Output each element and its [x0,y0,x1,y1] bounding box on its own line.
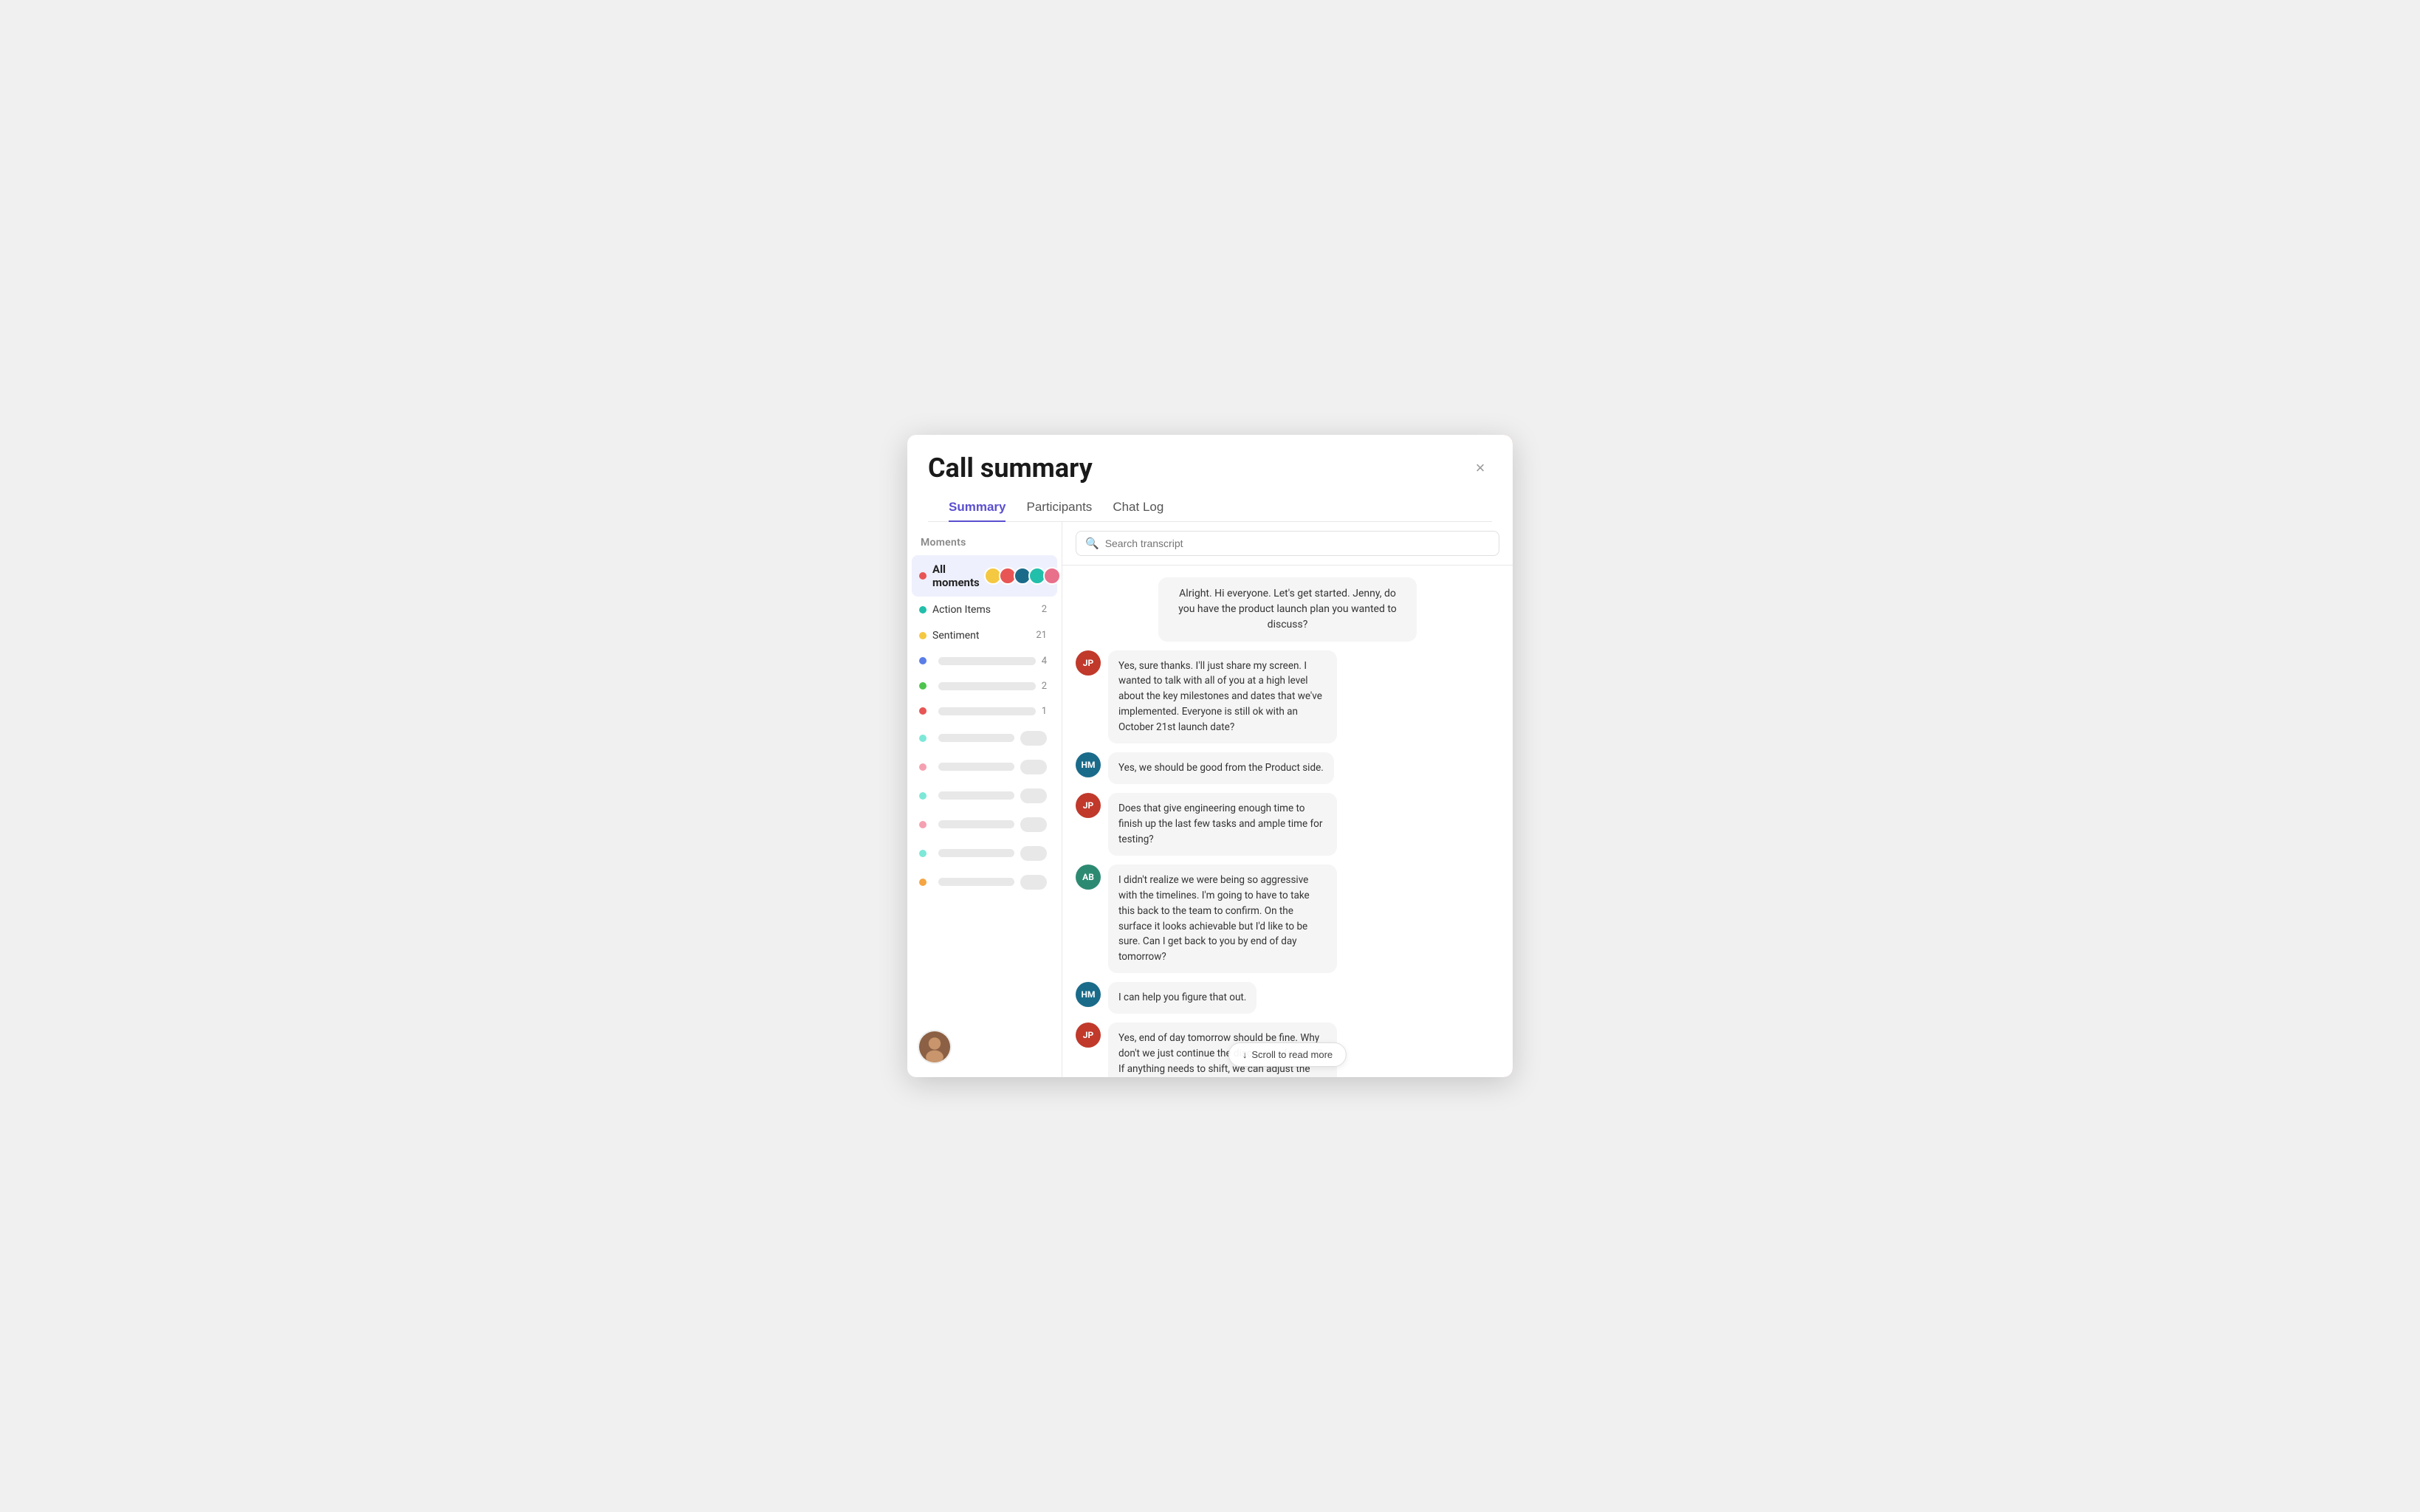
skeleton-bar-1 [938,734,1014,742]
right-panel: 🔍 Alright. Hi everyone. Let's get starte… [1062,522,1513,1078]
skeleton-bar-2 [938,763,1014,771]
tab-participants[interactable]: Participants [1026,494,1092,522]
skeleton-toggle-3 [1020,788,1047,803]
message-text-5: I didn't realize we were being so aggres… [1108,865,1337,974]
skeleton-bar-4 [938,820,1014,828]
item3-dot [919,657,927,664]
message-row-6: HM I can help you figure that out. [1076,982,1499,1014]
sidebar-item-action-items[interactable]: Action Items 2 [912,597,1057,622]
avatar-jp-1: JP [1076,650,1101,676]
item4-count: 2 [1042,681,1047,692]
all-moments-label: All moments [932,563,980,589]
message-text-6: I can help you figure that out. [1108,982,1257,1014]
message-row-5: AB I didn't realize we were being so agg… [1076,865,1499,974]
sidebar-item-4[interactable]: 2 [912,674,1057,698]
item4-skeleton [938,682,1036,690]
skeleton-dot-1 [919,735,927,742]
skeleton-toggle-6 [1020,875,1047,890]
skeleton-bar-5 [938,849,1014,857]
message-row-4: JP Does that give engineering enough tim… [1076,793,1499,856]
messages-area: Alright. Hi everyone. Let's get started.… [1062,566,1513,1078]
item4-dot [919,682,927,690]
skeleton-row-4 [912,811,1057,839]
item3-skeleton [938,657,1036,665]
sentiment-count: 21 [1036,630,1047,641]
modal: Call summary × Summary Participants Chat… [907,435,1513,1077]
message-row-3: HM Yes, we should be good from the Produ… [1076,752,1499,784]
skeleton-toggle-5 [1020,846,1047,861]
user-avatar-image [919,1031,950,1062]
avatar-hm-1: HM [1076,752,1101,777]
message-text-2: Yes, sure thanks. I'll just share my scr… [1108,650,1337,744]
tab-bar: Summary Participants Chat Log [928,484,1492,522]
scroll-btn-label: Scroll to read more [1251,1049,1333,1060]
skeleton-dot-2 [919,763,927,771]
avatar-ab-1: AB [1076,865,1101,890]
search-input[interactable] [1105,537,1490,549]
close-icon: × [1476,458,1485,478]
skeleton-dot-3 [919,792,927,800]
avatar-hm-2: HM [1076,982,1101,1007]
skeleton-dot-5 [919,850,927,857]
sentiment-label: Sentiment [932,630,1033,642]
item3-count: 4 [1042,656,1047,667]
message-bubble-1: Alright. Hi everyone. Let's get started.… [1158,577,1417,642]
item5-skeleton [938,707,1036,715]
avatar-jp-2: JP [1076,793,1101,818]
item5-count: 1 [1042,706,1047,717]
skeleton-toggle-4 [1020,817,1047,832]
modal-body: Moments All moments 35 [907,522,1513,1078]
avatar-jp-3: JP [1076,1023,1101,1048]
skeleton-row-6 [912,868,1057,896]
scroll-to-read-more-button[interactable]: ↓ Scroll to read more [1228,1042,1347,1067]
all-moments-dot [919,572,927,580]
sentiment-dot [919,632,927,639]
skeleton-dot-6 [919,879,927,886]
skeleton-row-2 [912,753,1057,781]
skeleton-row-5 [912,839,1057,867]
skeleton-dot-4 [919,821,927,828]
skeleton-bar-3 [938,791,1014,800]
color-dot-pink [1043,567,1061,585]
message-row-2: JP Yes, sure thanks. I'll just share my … [1076,650,1499,744]
modal-title: Call summary [928,453,1093,484]
search-icon: 🔍 [1085,537,1099,550]
skeleton-bar-6 [938,878,1014,886]
all-moments-color-dots [984,567,1061,585]
search-input-wrap: 🔍 [1076,531,1499,556]
sidebar-item-3[interactable]: 4 [912,649,1057,673]
scroll-down-icon: ↓ [1242,1049,1248,1060]
action-items-dot [919,606,927,614]
skeleton-row-1 [912,724,1057,752]
skeleton-toggle-1 [1020,731,1047,746]
user-avatar[interactable] [918,1030,952,1064]
modal-header: Call summary × Summary Participants Chat… [907,435,1513,522]
message-text-4: Does that give engineering enough time t… [1108,793,1337,856]
action-items-count: 2 [1042,604,1047,615]
close-button[interactable]: × [1468,456,1492,480]
item5-dot [919,707,927,715]
message-row-1: Alright. Hi everyone. Let's get started.… [1076,577,1499,642]
sidebar-item-sentiment[interactable]: Sentiment 21 [912,623,1057,648]
sidebar: Moments All moments 35 [907,522,1062,1078]
sidebar-item-all-moments[interactable]: All moments 35 [912,555,1057,597]
sidebar-item-5[interactable]: 1 [912,699,1057,724]
skeleton-row-3 [912,782,1057,810]
message-text-3: Yes, we should be good from the Product … [1108,752,1334,784]
skeleton-toggle-2 [1020,760,1047,774]
scroll-btn-wrap: ↓ Scroll to read more [1228,1042,1347,1067]
tab-chatlog[interactable]: Chat Log [1113,494,1163,522]
moments-section-label: Moments [907,531,1062,554]
search-bar-row: 🔍 [1062,522,1513,566]
tab-summary[interactable]: Summary [949,494,1006,522]
action-items-label: Action Items [932,604,1039,616]
